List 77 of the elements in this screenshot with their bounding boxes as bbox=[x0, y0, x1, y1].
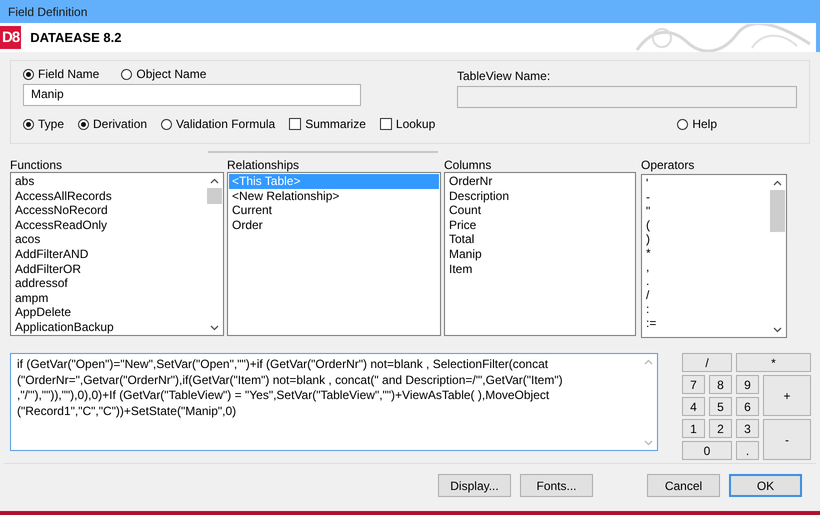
checkbox-option[interactable]: Lookup bbox=[380, 117, 436, 131]
list-item[interactable]: . bbox=[643, 274, 768, 288]
dialog-button[interactable]: Display... bbox=[438, 474, 511, 497]
list-item[interactable]: ' bbox=[643, 176, 768, 190]
list-item[interactable]: := bbox=[643, 316, 768, 330]
formula-field[interactable] bbox=[10, 353, 658, 451]
list-item[interactable]: OrderNr bbox=[446, 174, 634, 189]
list-item[interactable]: ( bbox=[643, 218, 768, 232]
dialog-button[interactable]: OK bbox=[729, 474, 802, 497]
list-item[interactable]: Count bbox=[446, 203, 634, 218]
keypad-button[interactable]: + bbox=[763, 375, 811, 416]
radio-option[interactable]: Field Name bbox=[23, 67, 100, 81]
list-item[interactable]: AddFilterOR bbox=[12, 262, 205, 276]
list-item[interactable]: abs bbox=[12, 174, 205, 189]
list-item[interactable]: Description bbox=[446, 188, 634, 204]
scroll-up-icon[interactable] bbox=[210, 178, 219, 184]
scroll-down-icon[interactable] bbox=[210, 325, 219, 331]
keypad-button[interactable]: / bbox=[682, 353, 732, 372]
list-label: Columns bbox=[444, 158, 492, 172]
tableview-input[interactable] bbox=[457, 86, 797, 108]
keypad-button[interactable]: 9 bbox=[736, 375, 759, 394]
keypad-button[interactable]: 1 bbox=[682, 419, 705, 438]
list-item[interactable]: AccessNoRecord bbox=[12, 203, 205, 218]
list-item[interactable]: AccessReadOnly bbox=[12, 218, 205, 232]
list-label: Functions bbox=[10, 158, 64, 172]
logo-icon: D8 bbox=[0, 26, 22, 49]
list-item[interactable]: AddFilterAND bbox=[12, 246, 205, 262]
dialog-button[interactable]: Cancel bbox=[647, 474, 720, 497]
dialog-button[interactable]: Fonts... bbox=[520, 474, 593, 497]
radio-option[interactable]: Validation Formula bbox=[161, 117, 276, 131]
list-item[interactable]: Price bbox=[446, 218, 634, 232]
radio-option[interactable]: Type bbox=[23, 117, 64, 131]
list-item[interactable]: ApplicationBackup bbox=[12, 320, 205, 335]
list-item[interactable]: Total bbox=[446, 232, 634, 247]
checkbox-option[interactable]: Summarize bbox=[289, 117, 366, 131]
list-label: Operators bbox=[641, 158, 696, 172]
list-item[interactable]: AccessAllRecords bbox=[12, 188, 205, 204]
keypad-button[interactable]: 3 bbox=[736, 419, 759, 438]
keypad-button[interactable]: 7 bbox=[682, 375, 705, 394]
list-item[interactable]: Item bbox=[446, 262, 634, 276]
list-item[interactable]: ampm bbox=[12, 290, 205, 306]
list-item[interactable]: , bbox=[643, 260, 768, 274]
window-title: Field Definition bbox=[8, 4, 88, 18]
field-name-input[interactable]: Manip bbox=[23, 84, 361, 106]
list-item[interactable]: Current bbox=[229, 203, 439, 218]
list-item[interactable]: " bbox=[643, 204, 768, 218]
list-label: Relationships bbox=[227, 158, 300, 172]
keypad-button[interactable]: 5 bbox=[709, 397, 732, 416]
list-item[interactable]: <New Relationship> bbox=[229, 188, 439, 204]
keypad-button[interactable]: 2 bbox=[709, 419, 732, 438]
list-item[interactable]: - bbox=[643, 190, 768, 204]
list-item[interactable]: / bbox=[643, 288, 768, 302]
list-item[interactable]: AppDelete bbox=[12, 305, 205, 320]
tableview-label: TableView Name: bbox=[457, 69, 550, 83]
keypad-button[interactable]: 4 bbox=[682, 397, 705, 416]
scroll-thumb[interactable] bbox=[770, 190, 785, 232]
scroll-down-icon[interactable] bbox=[773, 327, 782, 333]
list-item[interactable]: ) bbox=[643, 232, 768, 246]
list-item[interactable]: addressof bbox=[12, 276, 205, 291]
list-item[interactable]: acos bbox=[12, 232, 205, 247]
keypad-button[interactable]: 0 bbox=[682, 441, 732, 460]
radio-option[interactable]: Object Name bbox=[121, 67, 206, 81]
keypad-button[interactable]: - bbox=[763, 419, 811, 460]
list-item[interactable]: * bbox=[643, 246, 768, 260]
scroll-thumb[interactable] bbox=[207, 188, 222, 204]
keypad-button[interactable]: * bbox=[736, 353, 811, 372]
keypad-button[interactable]: 6 bbox=[736, 397, 759, 416]
formula-text: if (GetVar("Open")="New",SetVar("Open","")+if (GetVar("OrderNr") not=blank , SelectionFilter(concat ("OrderNr=",Getvar("OrderNr"),if(GetVar("Item") not=blank , concat(" and Description=/'",GetVar("Item") ,"/'"),"")),""),0),0)+If (GetVar("TableView") = "Yes",SetVar("TableView","")+ViewAsTable( ),MoveObject ("Record1","C","C"))+SetState("Manip",0) bbox=[16, 356, 564, 420]
list-item[interactable]: : bbox=[643, 302, 768, 316]
product-name: DATAEASE 8.2 bbox=[30, 30, 122, 45]
list-item[interactable]: Manip bbox=[446, 246, 634, 262]
radio-option[interactable]: Help bbox=[677, 117, 717, 131]
keypad-button[interactable]: 8 bbox=[709, 375, 732, 394]
scroll-up-icon[interactable] bbox=[773, 180, 782, 186]
radio-option[interactable]: Derivation bbox=[78, 117, 148, 131]
list-item[interactable]: Order bbox=[229, 218, 439, 232]
keypad-button[interactable]: . bbox=[736, 441, 759, 460]
